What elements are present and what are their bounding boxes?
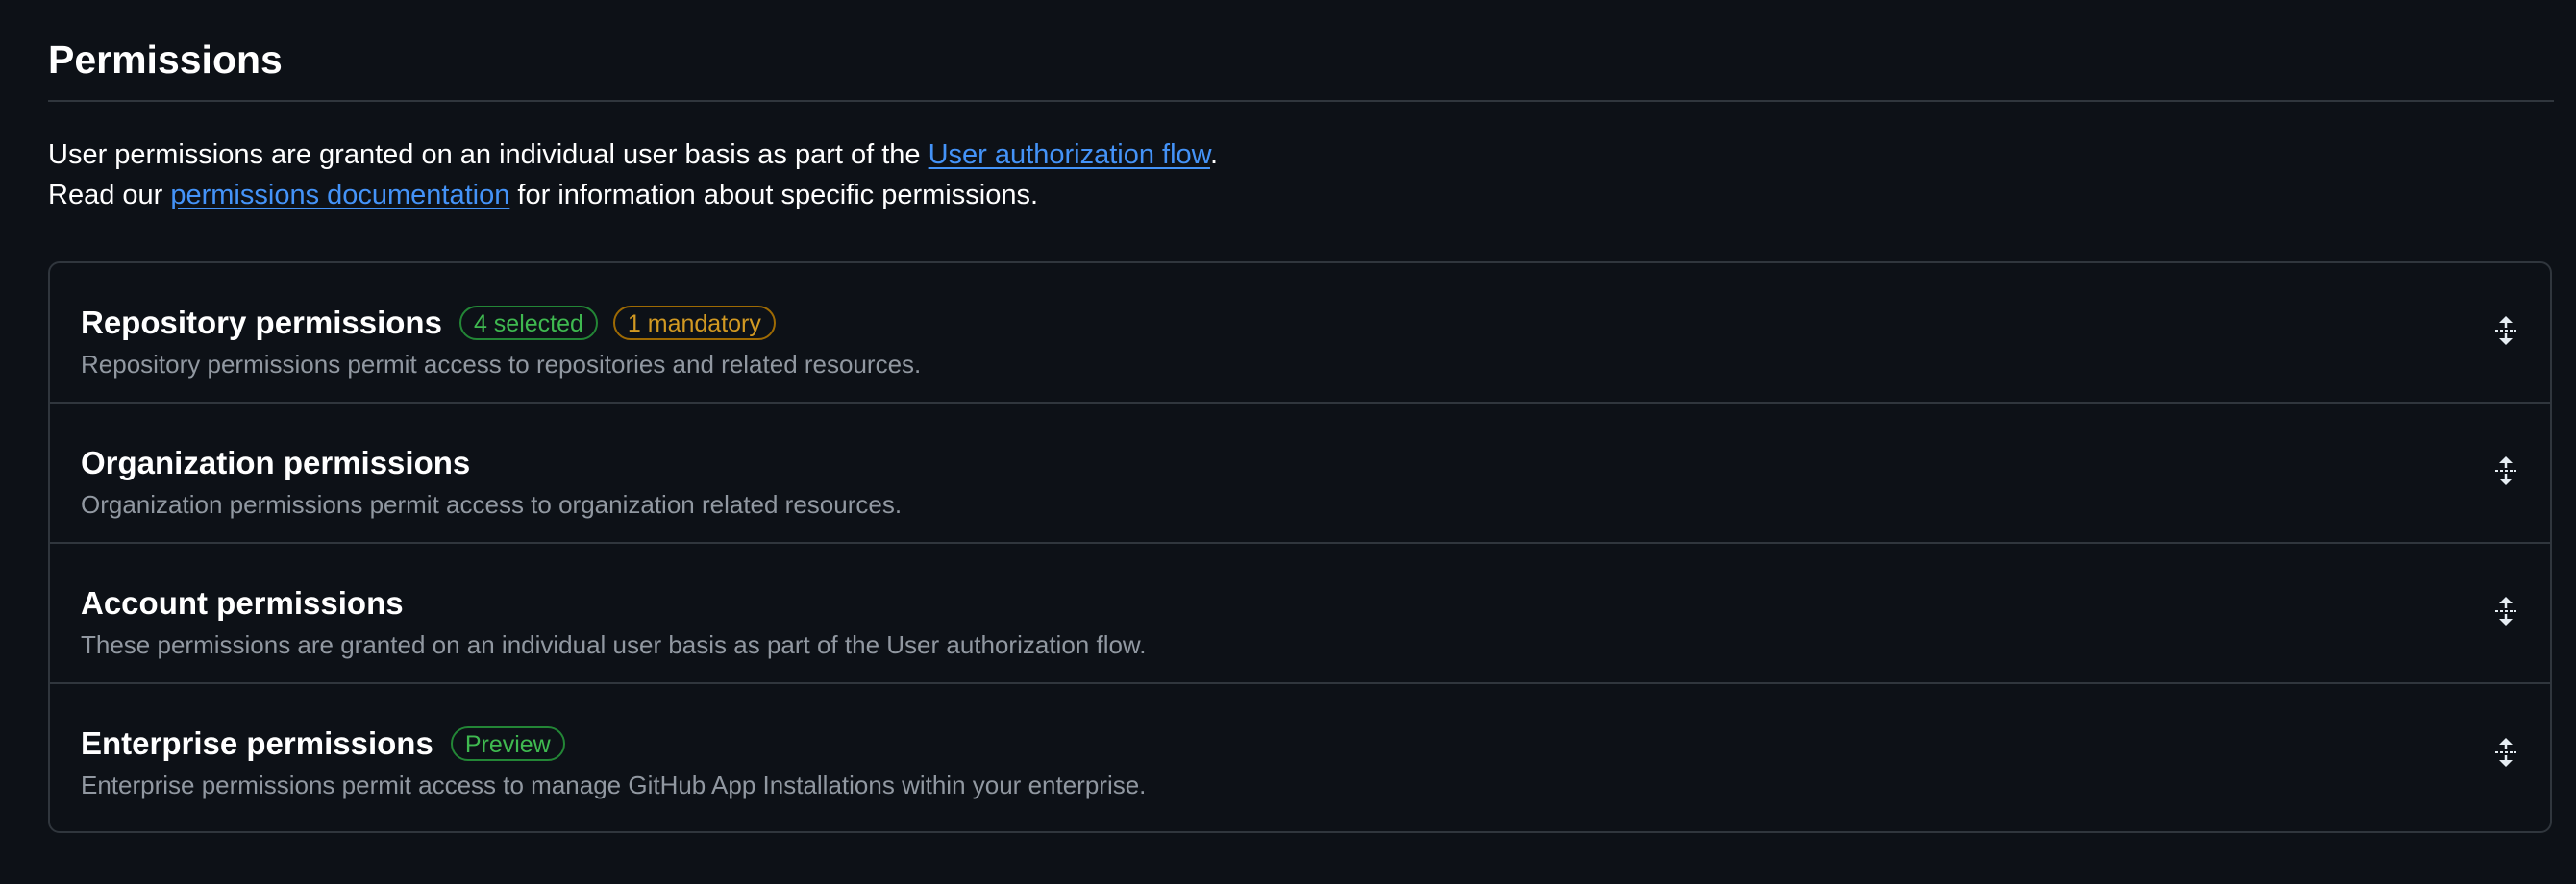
unfold-icon (2494, 595, 2517, 632)
intro-text: User permissions are granted on an indiv… (48, 135, 2554, 215)
organization-permissions-row[interactable]: Organization permissions Organization pe… (50, 404, 2550, 544)
preview-badge: Preview (450, 726, 565, 761)
perm-head: Enterprise permissions Preview (81, 724, 2550, 763)
organization-permissions-expand-button[interactable] (2490, 454, 2521, 492)
enterprise-permissions-row[interactable]: Enterprise permissions Preview Enterpris… (50, 684, 2550, 824)
user-authorization-flow-link[interactable]: User authorization flow (929, 139, 1210, 170)
permissions-panel: Repository permissions 4 selected 1 mand… (48, 261, 2552, 833)
organization-permissions-description: Organization permissions permit access t… (81, 490, 903, 519)
enterprise-permissions-title: Enterprise permissions (81, 725, 433, 761)
intro-line-1-suffix: . (1209, 139, 1219, 170)
unfold-icon (2494, 736, 2517, 774)
mandatory-count-badge: 1 mandatory (612, 306, 776, 340)
selected-count-badge: 4 selected (458, 306, 598, 340)
repository-permissions-expand-button[interactable] (2490, 313, 2521, 352)
intro-line-2-prefix: Read our (48, 180, 171, 210)
repository-permissions-description: Repository permissions permit access to … (81, 350, 922, 379)
account-permissions-title: Account permissions (81, 585, 404, 621)
intro-line-2: Read our permissions documentation for i… (48, 175, 2554, 215)
organization-permissions-title: Organization permissions (81, 445, 471, 480)
unfold-icon (2494, 314, 2517, 352)
account-permissions-expand-button[interactable] (2490, 594, 2521, 632)
permissions-documentation-link[interactable]: permissions documentation (170, 180, 509, 210)
account-permissions-row[interactable]: Account permissions These permissions ar… (50, 544, 2550, 684)
title-divider (48, 100, 2554, 102)
perm-head: Repository permissions 4 selected 1 mand… (81, 304, 2550, 342)
permissions-page: Permissions User permissions are granted… (48, 0, 2554, 833)
intro-line-1: User permissions are granted on an indiv… (48, 135, 2554, 175)
unfold-icon (2494, 454, 2517, 492)
account-permissions-description: These permissions are granted on an indi… (81, 630, 1147, 659)
enterprise-permissions-expand-button[interactable] (2490, 735, 2521, 774)
perm-head: Organization permissions (81, 444, 2550, 482)
intro-line-2-suffix: for information about specific permissio… (509, 180, 1039, 210)
repository-permissions-title: Repository permissions (81, 305, 442, 340)
page-title: Permissions (48, 37, 283, 82)
perm-head: Account permissions (81, 584, 2550, 623)
repository-permissions-row[interactable]: Repository permissions 4 selected 1 mand… (50, 263, 2550, 404)
enterprise-permissions-description: Enterprise permissions permit access to … (81, 771, 1147, 799)
intro-line-1-prefix: User permissions are granted on an indiv… (48, 139, 929, 170)
